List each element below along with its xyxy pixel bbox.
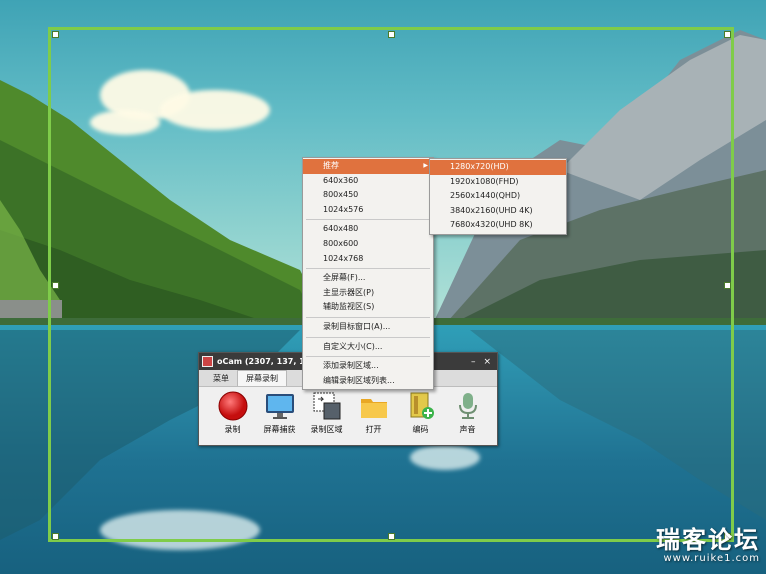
resize-handle-top[interactable]: [388, 31, 395, 38]
menu-item-fullscreen[interactable]: 全屏幕(F)...: [303, 271, 433, 286]
record-label: 录制: [224, 425, 241, 434]
codec-button[interactable]: 编码: [397, 391, 444, 435]
watermark-title: 瑞客论坛: [656, 526, 760, 554]
menu-item-add-region[interactable]: 添加录制区域...: [303, 359, 433, 374]
menu-item-800x600[interactable]: 800x600: [303, 237, 433, 252]
menu-separator: [306, 336, 430, 338]
menu-item-secondary-display[interactable]: 辅助监视区(S): [303, 300, 433, 315]
menu-item-1024x576[interactable]: 1024x576: [303, 203, 433, 218]
open-label: 打开: [365, 425, 382, 434]
menu-item-edit-region-list[interactable]: 编辑录制区域列表...: [303, 374, 433, 389]
resize-handle-bottom-left[interactable]: [52, 533, 59, 540]
menu-separator: [306, 219, 430, 221]
menu-separator: [306, 316, 430, 318]
tab-menu[interactable]: 菜单: [205, 371, 237, 386]
microphone-icon: [453, 391, 483, 421]
recommended-submenu: 1280x720(HD) 1920x1080(FHD) 2560x1440(QH…: [429, 158, 567, 235]
menu-item-target-window[interactable]: 录制目标窗口(A)...: [303, 320, 433, 335]
sound-button[interactable]: 声音: [444, 391, 491, 435]
folder-icon: [359, 391, 389, 421]
menu-item-640x360[interactable]: 640x360: [303, 174, 433, 189]
open-button[interactable]: 打开: [350, 391, 397, 435]
region-icon: [312, 391, 342, 421]
codec-icon: [406, 391, 436, 421]
submenu-item-4k[interactable]: 3840x2160(UHD 4K): [430, 204, 566, 219]
resize-handle-bottom[interactable]: [388, 533, 395, 540]
codec-label: 编码: [412, 425, 429, 434]
resize-handle-top-right[interactable]: [724, 31, 731, 38]
watermark-url: www.ruike1.com: [663, 553, 760, 564]
submenu-item-fhd[interactable]: 1920x1080(FHD): [430, 175, 566, 190]
menu-item-primary-display[interactable]: 主显示器区(P): [303, 286, 433, 301]
resize-handle-right[interactable]: [724, 282, 731, 289]
screen-capture-label: 屏幕捕获: [263, 425, 296, 434]
submenu-arrow-icon: ▶: [423, 162, 428, 169]
close-button[interactable]: ×: [483, 357, 491, 367]
record-icon: [218, 391, 248, 421]
region-context-menu: 推荐 ▶ 640x360 800x450 1024x576 640x480 800…: [302, 157, 434, 391]
record-region-label: 录制区域: [310, 425, 343, 434]
submenu-item-8k[interactable]: 7680x4320(UHD 8K): [430, 218, 566, 233]
record-button[interactable]: 录制: [209, 391, 256, 435]
tab-screen-record[interactable]: 屏幕录制: [237, 370, 287, 386]
menu-item-custom-size[interactable]: 自定义大小(C)...: [303, 340, 433, 355]
menu-separator: [306, 356, 430, 358]
ocam-app-icon: [202, 356, 213, 367]
menu-item-recommended[interactable]: 推荐 ▶: [303, 159, 433, 174]
sound-label: 声音: [459, 425, 476, 434]
record-region-button[interactable]: 录制区域: [303, 391, 350, 435]
watermark: 瑞客论坛 www.ruike1.com: [656, 520, 760, 564]
submenu-item-hd[interactable]: 1280x720(HD): [430, 160, 566, 175]
minimize-button[interactable]: –: [471, 357, 476, 367]
resize-handle-top-left[interactable]: [52, 31, 59, 38]
ocam-toolbar: 录制 屏幕捕获 录制区域 打开 编码 声音: [199, 387, 497, 435]
menu-item-800x450[interactable]: 800x450: [303, 188, 433, 203]
resize-handle-left[interactable]: [52, 282, 59, 289]
menu-item-label: 推荐: [323, 161, 339, 170]
menu-item-1024x768[interactable]: 1024x768: [303, 252, 433, 267]
submenu-item-qhd[interactable]: 2560x1440(QHD): [430, 189, 566, 204]
menu-item-640x480[interactable]: 640x480: [303, 222, 433, 237]
monitor-icon: [265, 391, 295, 421]
screen-capture-button[interactable]: 屏幕捕获: [256, 391, 303, 435]
menu-separator: [306, 268, 430, 270]
